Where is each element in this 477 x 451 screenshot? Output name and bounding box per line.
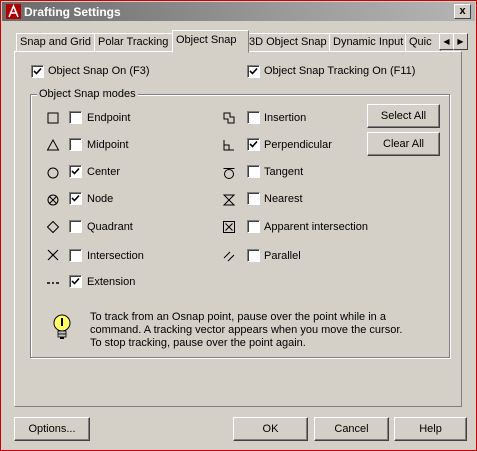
center-checkbox[interactable]	[69, 165, 82, 178]
nearest-checkbox[interactable]	[247, 192, 260, 205]
midpoint-checkbox[interactable]	[69, 138, 82, 151]
title-bar[interactable]: Drafting Settings x	[2, 2, 475, 21]
node-icon	[46, 193, 60, 207]
ok-button[interactable]: OK	[233, 417, 308, 441]
tab-quick-properties[interactable]: Quic	[405, 33, 441, 52]
apparent-intersection-label: Apparent intersection	[264, 221, 368, 233]
center-icon	[46, 166, 60, 180]
cancel-button[interactable]: Cancel	[314, 417, 389, 441]
parallel-checkbox[interactable]	[247, 249, 260, 262]
info-line-2: command. A tracking vector appears when …	[90, 324, 403, 336]
extension-label: Extension	[87, 276, 136, 288]
tab-scroll-left-button[interactable]: ◀	[439, 33, 454, 50]
object-snap-on-label: Object Snap On (F3)	[48, 65, 150, 77]
midpoint-label: Midpoint	[87, 139, 129, 151]
node-label: Node	[87, 193, 114, 205]
autocad-logo-icon	[6, 3, 21, 19]
endpoint-label: Endpoint	[87, 112, 131, 124]
apparent-intersection-icon	[222, 220, 236, 234]
object-snap-tracking-on-label: Object Snap Tracking On (F11)	[264, 65, 416, 77]
info-line-3: To stop tracking, pause over the point a…	[90, 337, 306, 349]
tab-3d-object-snap[interactable]: 3D Object Snap	[245, 33, 331, 52]
parallel-label: Parallel	[264, 250, 301, 262]
help-button[interactable]: Help	[394, 417, 467, 441]
parallel-icon	[222, 249, 236, 263]
tab-dynamic-input[interactable]: Dynamic Input	[329, 33, 408, 52]
object-snap-tracking-on-checkbox[interactable]	[247, 65, 260, 78]
group-title: Object Snap modes	[37, 88, 138, 100]
insertion-icon	[222, 111, 236, 125]
tangent-checkbox[interactable]	[247, 165, 260, 178]
quadrant-label: Quadrant	[87, 221, 133, 233]
lightbulb-icon	[52, 314, 72, 342]
nearest-label: Nearest	[264, 193, 303, 205]
node-checkbox[interactable]	[69, 192, 82, 205]
nearest-icon	[222, 193, 236, 207]
tangent-label: Tangent	[264, 166, 304, 178]
quadrant-icon	[46, 220, 60, 234]
quadrant-checkbox[interactable]	[69, 220, 82, 233]
apparent-intersection-checkbox[interactable]	[247, 220, 260, 233]
tangent-icon	[222, 166, 236, 180]
clear-all-button[interactable]: Clear All	[367, 132, 440, 156]
select-all-button[interactable]: Select All	[367, 104, 440, 128]
extension-checkbox[interactable]	[69, 275, 82, 288]
options-button[interactable]: Options...	[14, 417, 90, 441]
intersection-label: Intersection	[87, 250, 144, 262]
tab-scroll-right-button[interactable]: ▶	[453, 33, 468, 50]
perpendicular-icon	[222, 138, 236, 152]
midpoint-icon	[46, 138, 60, 152]
info-text: To track from an Osnap point, pause over…	[90, 311, 420, 350]
intersection-checkbox[interactable]	[69, 249, 82, 262]
perpendicular-checkbox[interactable]	[247, 138, 260, 151]
endpoint-icon	[46, 111, 60, 125]
tab-polar-tracking[interactable]: Polar Tracking	[94, 33, 176, 52]
center-label: Center	[87, 166, 121, 178]
perpendicular-label: Perpendicular	[264, 139, 332, 151]
object-snap-on-checkbox[interactable]	[31, 65, 44, 78]
endpoint-checkbox[interactable]	[69, 111, 82, 124]
tab-object-snap[interactable]: Object Snap	[172, 30, 249, 53]
extension-icon	[46, 276, 60, 290]
window-title: Drafting Settings	[24, 5, 121, 19]
intersection-icon	[46, 248, 60, 262]
insertion-label: Insertion	[264, 112, 307, 124]
tab-snap-and-grid[interactable]: Snap and Grid	[16, 33, 96, 52]
close-button[interactable]: x	[454, 4, 471, 19]
info-line-1: To track from an Osnap point, pause over…	[90, 311, 386, 323]
insertion-checkbox[interactable]	[247, 111, 260, 124]
